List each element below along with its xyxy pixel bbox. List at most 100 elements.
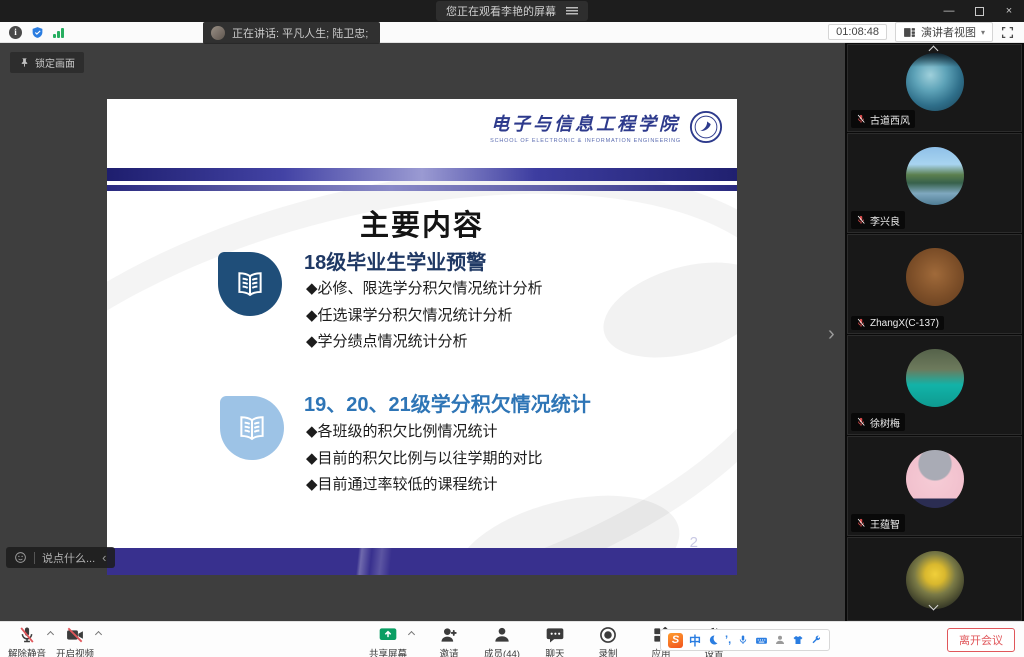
chat-placeholder[interactable]: 说点什么... [42,550,95,566]
bullet-item: ◆目前通过率较低的课程统计 [306,472,543,499]
mic-muted-icon [17,625,37,645]
meeting-timer: 01:08:48 [828,24,887,40]
minimize-button[interactable]: — [934,0,964,22]
book-icon-light [220,396,284,460]
meeting-toolbar: 解除静音 开启视频 共享屏幕 [0,621,1024,657]
lock-view-label: 锁定画面 [35,55,75,70]
ime-toolbox-icon[interactable] [810,634,822,646]
start-video-label: 开启视频 [56,646,94,657]
video-options-caret-icon[interactable] [95,631,102,638]
ime-skin-icon[interactable] [792,634,804,646]
bullet-item: ◆必修、限选学分积欠情况统计分析 [306,276,543,303]
panel-expand-arrow-icon[interactable]: › [828,323,835,346]
members-label: 成员(44) [484,646,520,657]
bullet-item: ◆学分绩点情况统计分析 [306,329,543,356]
participant-avatar [906,248,964,306]
invite-person-icon [439,625,459,645]
audio-options-caret-icon[interactable] [47,631,54,638]
ime-punctuation-toggle[interactable]: ’, [725,634,731,646]
participant-avatar [906,450,964,508]
section-1-bullets: ◆必修、限选学分积欠情况统计分析 ◆任选课学分积欠情况统计分析 ◆学分绩点情况统… [306,276,543,356]
ime-account-icon[interactable] [774,634,786,646]
college-name-cn: 电子与信息工程学院 [490,110,681,136]
slide-page-number: 2 [690,534,698,551]
slide-footer-bar [107,548,737,575]
ime-mic-icon[interactable] [737,634,749,646]
viewing-screen-banner: 您正在观看李艳的屏幕 [436,1,588,21]
shared-screen-area: 锁定画面 电子与信息工程学院 SCHOOL OF ELECTRONIC & IN… [0,43,845,621]
chat-divider [34,552,35,564]
section-2-bullets: ◆各班级的积欠比例情况统计 ◆目前的积欠比例与以往学期的对比 ◆目前通过率较低的… [306,419,543,499]
speaker-avatar [211,26,225,40]
ime-keyboard-icon[interactable] [755,634,768,647]
participant-name-tag: 徐树梅 [851,413,905,431]
viewing-screen-title: 您正在观看李艳的屏幕 [446,3,556,19]
ime-moon-icon[interactable] [707,634,719,646]
network-signal-icon[interactable] [53,27,64,38]
participant-tile[interactable]: 徐树梅 [847,335,1022,435]
participant-tile[interactable]: 王蕴智 [847,436,1022,536]
restore-button[interactable] [964,0,994,22]
participant-name: 古道西风 [870,112,910,127]
section-1-heading: 18级毕业生学业预警 [304,246,486,275]
presentation-slide: 电子与信息工程学院 SCHOOL OF ELECTRONIC & INFORMA… [107,99,737,575]
meeting-statusbar: i 01:08:48 演讲者视图 ▾ [0,22,1024,43]
participant-name: 王蕴智 [870,516,900,531]
slide-title: 主要内容 [107,202,737,244]
muted-mic-icon [856,114,866,124]
book-icon-dark [218,252,282,316]
meeting-info-icon[interactable]: i [9,26,22,39]
fullscreen-icon[interactable] [1001,26,1014,39]
unmute-button[interactable]: 解除静音 [7,622,47,657]
bullet-item: ◆各班级的积欠比例情况统计 [306,419,543,446]
members-button[interactable]: 成员(44) [482,622,522,657]
participant-tile[interactable]: 古道西风 [847,44,1022,132]
window-controls: — × [934,0,1024,22]
share-options-caret-icon[interactable] [408,631,415,638]
lock-view-button[interactable]: 锁定画面 [10,52,84,73]
camera-off-icon [65,625,85,645]
participant-name: ZhangX(C-137) [870,318,939,329]
muted-mic-icon [856,518,866,528]
view-mode-dropdown-icon: ▾ [981,28,985,37]
section-2-heading: 19、20、21级学分积欠情况统计 [304,388,591,417]
start-video-button[interactable]: 开启视频 [55,622,95,657]
toolbar-left-group: 解除静音 开启视频 [7,622,103,657]
emoji-icon[interactable] [14,551,27,564]
security-shield-icon[interactable] [31,26,44,39]
participant-avatar [906,53,964,111]
college-emblem-icon [689,110,723,144]
close-button[interactable]: × [994,0,1024,22]
participant-name-tag: 李兴良 [851,211,905,229]
view-mode-label: 演讲者视图 [921,24,976,40]
participant-avatar [906,147,964,205]
chat-button[interactable]: 聊天 [535,622,575,657]
quick-chat-input[interactable]: 说点什么... ‹ [6,547,115,568]
restore-icon [975,7,984,16]
record-button[interactable]: 录制 [588,622,628,657]
record-label: 录制 [598,646,617,657]
chat-collapse-icon[interactable]: ‹ [102,550,106,565]
speaking-indicator-toast: 正在讲话: 平凡人生; 陆卫忠; [203,22,380,44]
ime-language-toggle[interactable]: 中 [689,632,701,649]
participant-tile[interactable]: ZhangX(C-137) [847,234,1022,334]
muted-mic-icon [856,417,866,427]
invite-button[interactable]: 邀请 [429,622,469,657]
view-mode-button[interactable]: 演讲者视图 ▾ [895,22,993,42]
share-screen-button[interactable]: 共享屏幕 [368,622,408,657]
college-name-en: SCHOOL OF ELECTRONIC & INFORMATION ENGIN… [490,138,681,144]
banner-menu-icon[interactable] [566,7,578,15]
slide-header-bar [107,168,737,181]
speaking-indicator-text: 正在讲话: 平凡人生; 陆卫忠; [232,25,368,41]
leave-meeting-button[interactable]: 离开会议 [947,628,1015,652]
status-left-icons: i [0,26,64,39]
sogou-logo-icon[interactable]: S [668,633,683,648]
invite-label: 邀请 [439,646,458,657]
muted-mic-icon [856,215,866,225]
participant-tile[interactable]: 李兴良 [847,133,1022,233]
bullet-item: ◆任选课学分积欠情况统计分析 [306,303,543,330]
ime-toolbar: S 中 ’, [660,629,830,651]
share-screen-icon [378,625,398,645]
slide-blob-decoration [592,245,737,375]
college-logo: 电子与信息工程学院 SCHOOL OF ELECTRONIC & INFORMA… [490,110,723,144]
